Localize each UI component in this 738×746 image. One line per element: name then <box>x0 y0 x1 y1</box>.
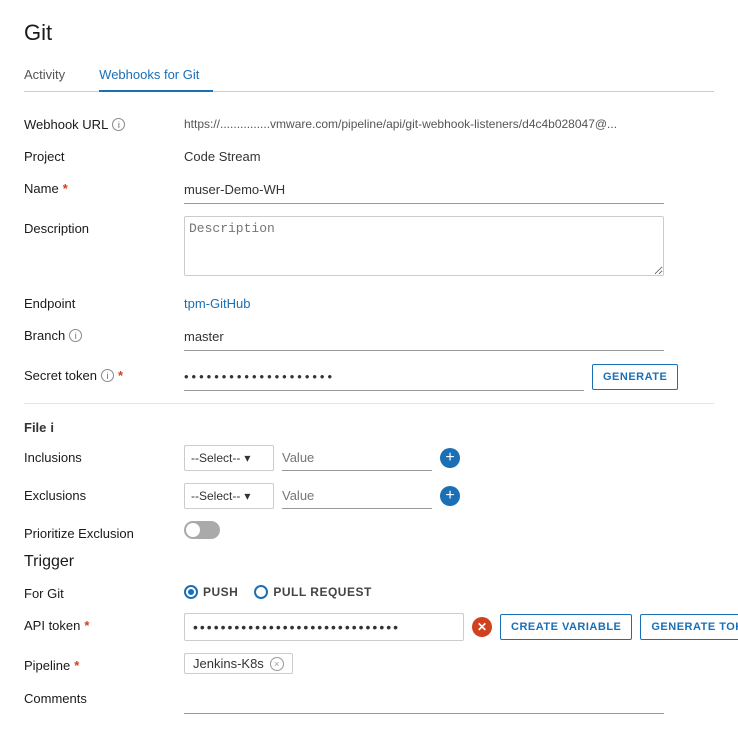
generate-secret-button[interactable]: GENERATE <box>592 364 678 390</box>
description-input[interactable] <box>184 216 664 276</box>
pipeline-row: Pipeline * Jenkins-K8s × <box>24 653 714 674</box>
tab-webhooks[interactable]: Webhooks for Git <box>99 61 213 92</box>
webhook-url-info-icon[interactable]: i <box>112 118 125 131</box>
secret-token-required: * <box>118 368 123 383</box>
secret-token-input[interactable] <box>184 363 584 391</box>
webhook-url-row: Webhook URL i https://...............vmw… <box>24 112 714 132</box>
inclusions-select[interactable]: --Select-- ▾ <box>184 445 274 471</box>
page-title: Git <box>24 20 714 46</box>
branch-label: Branch i <box>24 323 184 343</box>
pull-request-radio-item[interactable]: PULL REQUEST <box>254 585 371 599</box>
secret-token-info-icon[interactable]: i <box>101 369 114 382</box>
push-radio-label: PUSH <box>203 585 238 599</box>
project-row: Project Code Stream <box>24 144 714 164</box>
prioritize-exclusion-toggle-container <box>184 521 714 539</box>
endpoint-row: Endpoint tpm-GitHub <box>24 291 714 311</box>
description-label: Description <box>24 216 184 236</box>
secret-token-field-container: GENERATE <box>184 363 714 391</box>
comments-input[interactable] <box>184 686 664 714</box>
name-required: * <box>63 181 68 196</box>
endpoint-value: tpm-GitHub <box>184 291 714 311</box>
trigger-section-title: Trigger <box>24 553 714 571</box>
toggle-knob <box>186 523 200 537</box>
file-section: File i Inclusions --Select-- ▾ + <box>24 416 714 541</box>
branch-row: Branch i <box>24 323 714 351</box>
pipeline-tag-value: Jenkins-K8s <box>193 656 264 671</box>
endpoint-label: Endpoint <box>24 291 184 311</box>
comments-field-container <box>184 686 714 714</box>
api-token-row: API token * ✕ CREATE VARIABLE GENERATE T… <box>24 613 714 641</box>
inclusions-chevron-icon: ▾ <box>244 451 250 465</box>
pull-request-radio-label: PULL REQUEST <box>273 585 371 599</box>
branch-input[interactable] <box>184 323 664 351</box>
description-field-container <box>184 216 714 279</box>
exclusions-value-input[interactable] <box>282 483 432 509</box>
prioritize-exclusion-row: Prioritize Exclusion <box>24 521 714 541</box>
exclusions-row: Exclusions --Select-- ▾ + <box>24 483 714 509</box>
webhook-url-label: Webhook URL i <box>24 112 184 132</box>
name-row: Name * <box>24 176 714 204</box>
api-token-input[interactable] <box>184 613 464 641</box>
push-radio-item[interactable]: PUSH <box>184 585 238 599</box>
inclusions-field-container: --Select-- ▾ + <box>184 445 714 471</box>
name-input[interactable] <box>184 176 664 204</box>
webhook-form: Webhook URL i https://...............vmw… <box>24 112 714 714</box>
description-row: Description <box>24 216 714 279</box>
pipeline-label: Pipeline * <box>24 653 184 673</box>
prioritize-exclusion-label: Prioritize Exclusion <box>24 521 184 541</box>
file-section-header: File i <box>24 420 714 435</box>
inclusions-add-button[interactable]: + <box>440 448 460 468</box>
exclusions-add-button[interactable]: + <box>440 486 460 506</box>
inclusions-label: Inclusions <box>24 445 184 465</box>
pipeline-field-container: Jenkins-K8s × <box>184 653 714 674</box>
endpoint-link[interactable]: tpm-GitHub <box>184 291 714 311</box>
page-container: Git Activity Webhooks for Git Webhook UR… <box>0 0 738 746</box>
project-label: Project <box>24 144 184 164</box>
webhook-url-value: https://...............vmware.com/pipeli… <box>184 112 714 131</box>
for-git-options: PUSH PULL REQUEST <box>184 581 714 599</box>
push-radio-circle <box>184 585 198 599</box>
api-token-field-container: ✕ CREATE VARIABLE GENERATE TOKEN <box>184 613 738 641</box>
comments-row: Comments <box>24 686 714 714</box>
pull-request-radio-circle <box>254 585 268 599</box>
pipeline-tag-close-button[interactable]: × <box>270 657 284 671</box>
git-radio-group: PUSH PULL REQUEST <box>184 581 714 599</box>
tab-activity[interactable]: Activity <box>24 61 79 92</box>
tabs-bar: Activity Webhooks for Git <box>24 60 714 92</box>
exclusions-select[interactable]: --Select-- ▾ <box>184 483 274 509</box>
api-token-input-row: ✕ CREATE VARIABLE GENERATE TOKEN <box>184 613 738 641</box>
exclusions-chevron-icon: ▾ <box>244 489 250 503</box>
create-variable-button[interactable]: CREATE VARIABLE <box>500 614 632 640</box>
api-token-required: * <box>84 618 89 633</box>
name-label: Name * <box>24 176 184 196</box>
pipeline-tag-row: Jenkins-K8s × <box>184 653 714 674</box>
file-section-info-icon[interactable]: i <box>50 420 54 435</box>
exclusions-label: Exclusions <box>24 483 184 503</box>
for-git-label: For Git <box>24 581 184 601</box>
trigger-section: Trigger For Git PUSH PULL REQUEST <box>24 553 714 714</box>
secret-token-input-row: GENERATE <box>184 363 714 391</box>
pipeline-tag: Jenkins-K8s × <box>184 653 293 674</box>
inclusions-value-input[interactable] <box>282 445 432 471</box>
exclusions-field-container: --Select-- ▾ + <box>184 483 714 509</box>
pipeline-required: * <box>74 658 79 673</box>
branch-info-icon[interactable]: i <box>69 329 82 342</box>
inclusions-row: Inclusions --Select-- ▾ + <box>24 445 714 471</box>
branch-field-container <box>184 323 714 351</box>
prioritize-exclusion-toggle[interactable] <box>184 521 220 539</box>
comments-label: Comments <box>24 686 184 706</box>
name-field-container <box>184 176 714 204</box>
secret-token-row: Secret token i * GENERATE <box>24 363 714 391</box>
exclusions-select-row: --Select-- ▾ + <box>184 483 714 509</box>
project-value: Code Stream <box>184 144 714 164</box>
divider-1 <box>24 403 714 404</box>
for-git-row: For Git PUSH PULL REQUEST <box>24 581 714 601</box>
generate-token-button[interactable]: GENERATE TOKEN <box>640 614 738 640</box>
inclusions-select-row: --Select-- ▾ + <box>184 445 714 471</box>
api-token-label: API token * <box>24 613 184 633</box>
api-token-clear-button[interactable]: ✕ <box>472 617 492 637</box>
secret-token-label: Secret token i * <box>24 363 184 383</box>
